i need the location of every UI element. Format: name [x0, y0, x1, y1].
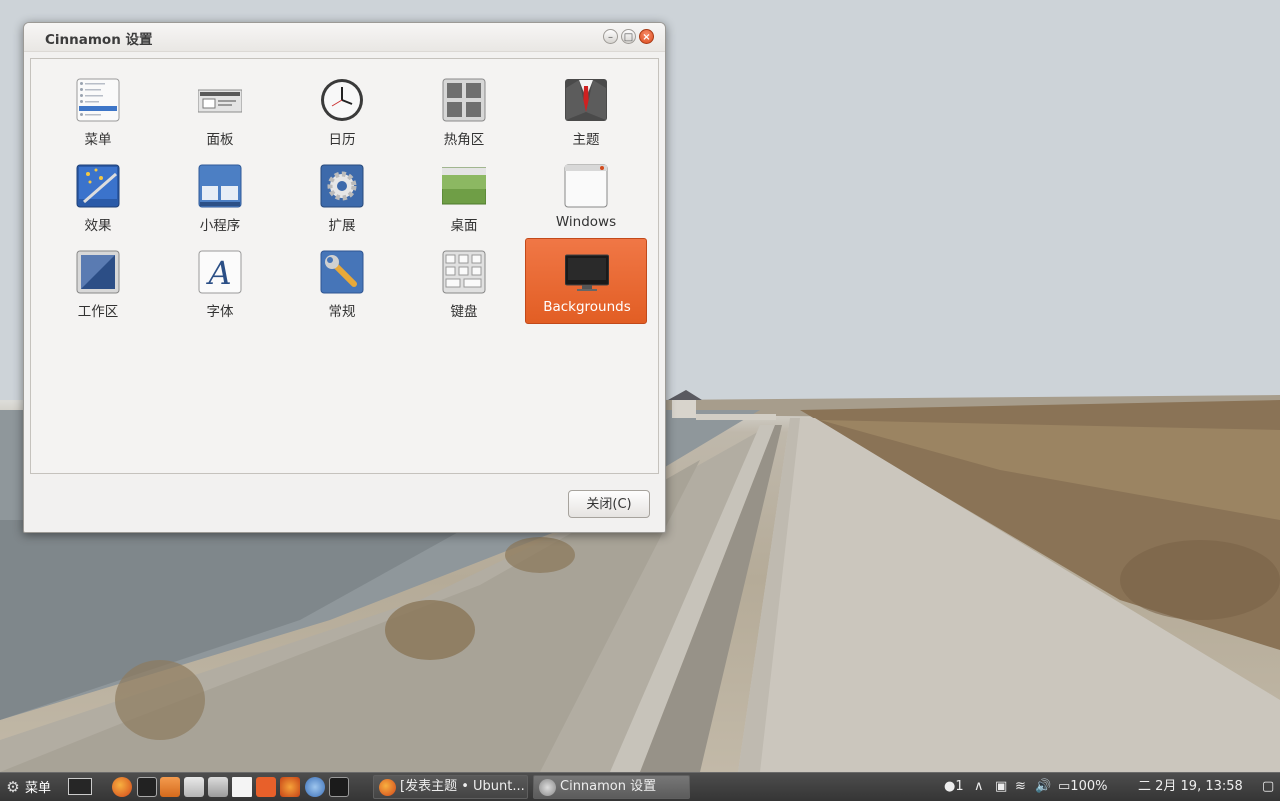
- settings-item-label: 桌面: [450, 218, 478, 234]
- font-icon: A: [198, 250, 242, 294]
- close-button[interactable]: 关闭(C): [568, 490, 650, 518]
- minimize-button[interactable]: –: [603, 29, 618, 44]
- volume-icon[interactable]: 🔊: [1035, 776, 1051, 798]
- start-menu-button[interactable]: ⚙ 菜单: [4, 776, 51, 798]
- chevron-up-icon: ∧: [974, 779, 984, 794]
- settings-item-keyboard[interactable]: 键盘: [403, 240, 525, 326]
- window-icon: [564, 164, 608, 208]
- settings-item-label: 常规: [328, 304, 356, 320]
- notification-count: 1: [955, 779, 964, 794]
- document-launcher-icon[interactable]: [232, 777, 252, 797]
- settings-item-desktop[interactable]: 桌面: [403, 154, 525, 240]
- magic-wand-icon: [76, 164, 120, 208]
- task-label: [发表主题 • Ubunt...: [400, 779, 525, 794]
- task-cinnamon-settings[interactable]: Cinnamon 设置: [533, 775, 690, 799]
- alert-icon: ●: [944, 779, 956, 794]
- display-icon[interactable]: ▣: [995, 776, 1007, 798]
- settings-item-label: Windows: [555, 214, 617, 230]
- maximize-button[interactable]: □: [621, 29, 636, 44]
- hot-corner-icon: [442, 78, 486, 122]
- folder-launcher-icon[interactable]: [160, 777, 180, 797]
- settings-item-label: 热角区: [443, 132, 485, 148]
- settings-item-label: 日历: [328, 132, 356, 148]
- settings-item-label: 主题: [572, 132, 600, 148]
- gear-icon: ⚙: [6, 778, 20, 796]
- settings-item-general[interactable]: 常规: [281, 240, 403, 326]
- gear-icon: [320, 164, 364, 208]
- settings-item-panel[interactable]: 面板: [159, 68, 281, 154]
- battery-indicator[interactable]: ▭100%: [1058, 776, 1107, 798]
- settings-item-label: 扩展: [328, 218, 356, 234]
- settings-item-hot-corner[interactable]: 热角区: [403, 68, 525, 154]
- clock[interactable]: 二 2月 19, 13:58: [1138, 776, 1243, 798]
- firefox-icon: [379, 779, 396, 796]
- clock-icon: [321, 79, 363, 121]
- firefox-launcher-icon[interactable]: [112, 777, 132, 797]
- settings-item-applets[interactable]: 小程序: [159, 154, 281, 240]
- clapper-launcher-icon[interactable]: [184, 777, 204, 797]
- settings-item-effects[interactable]: 效果: [37, 154, 159, 240]
- window-titlebar[interactable]: Cinnamon 设置 – □ ×: [24, 23, 665, 52]
- settings-item-themes[interactable]: 主题: [525, 68, 647, 154]
- settings-item-fonts[interactable]: A 字体: [159, 240, 281, 326]
- chromium-launcher-icon[interactable]: [305, 777, 325, 797]
- settings-item-menu[interactable]: 菜单: [37, 68, 159, 154]
- window-list-icon[interactable]: ▢: [1262, 776, 1274, 798]
- software-center-launcher-icon[interactable]: [280, 777, 300, 797]
- settings-item-backgrounds[interactable]: Backgrounds: [525, 238, 647, 324]
- close-icon: ×: [642, 32, 651, 43]
- menu-icon: [76, 78, 120, 122]
- desktop-icon: [442, 167, 486, 205]
- battery-percent: 100%: [1070, 779, 1108, 794]
- settings-item-label: 键盘: [450, 304, 478, 320]
- workspace-icon: [76, 250, 120, 294]
- settings-icon-grid: 菜单 面板 日历 热角区 主题 效果 小程序 扩展 桌面 Windows 工作区…: [30, 58, 659, 474]
- start-menu-label: 菜单: [25, 781, 52, 796]
- task-firefox[interactable]: [发表主题 • Ubunt...: [373, 775, 528, 799]
- suit-icon: [565, 79, 607, 121]
- wrench-icon: [320, 250, 364, 294]
- cinnamon-settings-window: Cinnamon 设置 – □ × 菜单 面板 日历 热角区 主题 效果 小程序…: [23, 22, 666, 533]
- task-label: Cinnamon 设置: [560, 779, 657, 794]
- ubuntu-one-launcher-icon[interactable]: [256, 777, 276, 797]
- show-desktop-button[interactable]: [68, 778, 92, 795]
- settings-item-label: 工作区: [77, 304, 119, 320]
- battery-icon: ▭: [1058, 779, 1071, 794]
- panel-icon: [198, 89, 242, 113]
- keyboard-icon: [442, 250, 486, 294]
- settings-item-label: 面板: [206, 132, 234, 148]
- system-monitor-launcher-icon[interactable]: [329, 777, 349, 797]
- camera-launcher-icon[interactable]: [208, 777, 228, 797]
- taskbar: ⚙ 菜单 [发表主题 • Ubunt... Cinnamon 设置 ●1 ∧ ▣ …: [0, 772, 1280, 801]
- monitor-icon: [565, 254, 609, 291]
- settings-icon: [539, 779, 556, 796]
- settings-item-label: 字体: [206, 304, 234, 320]
- terminal-launcher-icon[interactable]: [137, 777, 157, 797]
- settings-item-workspaces[interactable]: 工作区: [37, 240, 159, 326]
- close-window-button[interactable]: ×: [639, 29, 654, 44]
- window-title: Cinnamon 设置: [45, 32, 153, 48]
- settings-item-label: 菜单: [84, 132, 112, 148]
- settings-item-label: 小程序: [199, 218, 241, 234]
- minimize-icon: –: [608, 32, 613, 43]
- settings-item-label: Backgrounds: [543, 299, 631, 315]
- svg-text:A: A: [205, 254, 231, 292]
- applets-icon: [198, 164, 242, 208]
- settings-item-label: 效果: [84, 218, 112, 234]
- maximize-icon: □: [623, 32, 634, 43]
- tray-expand-button[interactable]: ∧: [974, 776, 984, 798]
- notifications-indicator[interactable]: ●1: [944, 776, 964, 798]
- settings-item-calendar[interactable]: 日历: [281, 68, 403, 154]
- settings-item-windows[interactable]: Windows: [525, 154, 647, 240]
- settings-item-extensions[interactable]: 扩展: [281, 154, 403, 240]
- wifi-icon[interactable]: ≋: [1015, 776, 1026, 798]
